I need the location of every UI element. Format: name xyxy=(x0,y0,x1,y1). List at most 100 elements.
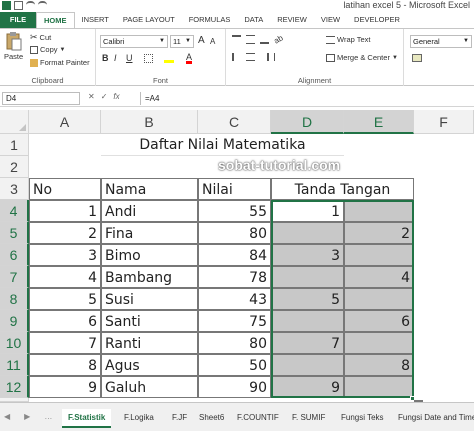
cell-nilai[interactable]: 50 xyxy=(198,354,271,376)
column-header-f[interactable]: F xyxy=(414,110,474,134)
copy-button[interactable]: Copy ▼ xyxy=(30,45,65,54)
title-cell[interactable]: Daftar Nilai Matematika xyxy=(101,134,344,156)
align-right-icon[interactable] xyxy=(260,53,269,61)
cell-d[interactable] xyxy=(271,310,344,332)
tab-file[interactable]: FILE xyxy=(0,12,36,28)
borders-button[interactable] xyxy=(144,54,153,63)
cell-no[interactable]: 7 xyxy=(29,332,101,354)
font-color-button[interactable]: A xyxy=(186,53,193,64)
sheet-tab-f-countif[interactable]: F.COUNTIF xyxy=(237,413,279,422)
grow-font-button[interactable]: A xyxy=(198,35,205,46)
wrap-text-button[interactable]: Wrap Text xyxy=(326,35,371,44)
align-middle-icon[interactable] xyxy=(246,35,255,44)
column-header-e[interactable]: E xyxy=(344,110,414,134)
cell-e[interactable] xyxy=(344,200,414,222)
sheet-tab-f-logika[interactable]: F.Logika xyxy=(124,413,154,422)
row-header-6[interactable]: 6 xyxy=(0,244,29,266)
row-header-9[interactable]: 9 xyxy=(0,310,29,332)
sheet-tab-f-sumif[interactable]: F. SUMIF xyxy=(292,413,325,422)
cut-button[interactable]: ✂ Cut xyxy=(30,32,51,43)
row-header-8[interactable]: 8 xyxy=(0,288,29,310)
header-nama[interactable]: Nama xyxy=(101,178,198,200)
sheet-tab-fungsi-teks[interactable]: Fungsi Teks xyxy=(341,413,384,422)
cell-d[interactable]: 5 xyxy=(271,288,344,310)
cell-nilai[interactable]: 75 xyxy=(198,310,271,332)
save-icon[interactable] xyxy=(14,1,23,10)
cell-nilai[interactable]: 84 xyxy=(198,244,271,266)
font-name-dropdown[interactable]: Calibri ▼ xyxy=(100,35,168,48)
cell-d[interactable] xyxy=(271,354,344,376)
tab-review[interactable]: REVIEW xyxy=(270,12,314,28)
header-tanda-tangan[interactable]: Tanda Tangan xyxy=(271,178,414,200)
cell-d[interactable]: 3 xyxy=(271,244,344,266)
cell-d[interactable]: 1 xyxy=(271,200,344,222)
cell-no[interactable]: 6 xyxy=(29,310,101,332)
row-header-11[interactable]: 11 xyxy=(0,354,29,376)
underline-button[interactable]: U xyxy=(126,53,133,63)
cancel-icon[interactable]: ✕ xyxy=(88,92,95,101)
row-header-4[interactable]: 4 xyxy=(0,200,29,222)
tab-insert[interactable]: INSERT xyxy=(75,12,116,28)
cell-no[interactable]: 2 xyxy=(29,222,101,244)
font-size-dropdown[interactable]: 11 ▼ xyxy=(170,35,194,48)
align-center-icon[interactable] xyxy=(246,53,255,61)
tab-home[interactable]: HOME xyxy=(36,12,75,28)
insert-function-icon[interactable]: fx xyxy=(113,92,119,101)
column-header-c[interactable]: C xyxy=(198,110,271,134)
column-header-a[interactable]: A xyxy=(29,110,101,134)
tab-page-layout[interactable]: PAGE LAYOUT xyxy=(116,12,182,28)
currency-button[interactable] xyxy=(412,54,422,62)
fill-color-button[interactable] xyxy=(164,54,174,63)
align-top-icon[interactable] xyxy=(232,35,241,44)
row-header-5[interactable]: 5 xyxy=(0,222,29,244)
cell-e[interactable]: 8 xyxy=(344,354,414,376)
cell-nama[interactable]: Ranti xyxy=(101,332,198,354)
cell-e[interactable]: 4 xyxy=(344,266,414,288)
sheet-tab-fungsi-date-time[interactable]: Fungsi Date and Time xyxy=(398,413,474,422)
format-painter-button[interactable]: Format Painter xyxy=(30,58,90,67)
tab-data[interactable]: DATA xyxy=(237,12,270,28)
column-header-d[interactable]: D xyxy=(271,110,344,134)
orientation-icon[interactable]: ab xyxy=(272,33,284,45)
tab-view[interactable]: VIEW xyxy=(314,12,347,28)
name-box[interactable]: D4 xyxy=(2,92,80,105)
cell-no[interactable]: 9 xyxy=(29,376,101,398)
align-bottom-icon[interactable] xyxy=(260,35,269,44)
row-header-12[interactable]: 12 xyxy=(0,376,29,398)
cell-nama[interactable]: Bimo xyxy=(101,244,198,266)
next-sheet-icon[interactable]: ▶ xyxy=(24,412,30,421)
cell-nilai[interactable]: 55 xyxy=(198,200,271,222)
tab-developer[interactable]: DEVELOPER xyxy=(347,12,407,28)
sheet-tab-f-jf[interactable]: F.JF xyxy=(172,413,187,422)
cell-nama[interactable]: Bambang xyxy=(101,266,198,288)
row-header-2[interactable]: 2 xyxy=(0,156,29,178)
tab-formulas[interactable]: FORMULAS xyxy=(182,12,238,28)
cell-e[interactable] xyxy=(344,332,414,354)
italic-button[interactable]: I xyxy=(114,53,117,63)
row-header-1[interactable]: 1 xyxy=(0,134,29,156)
shrink-font-button[interactable]: A xyxy=(210,37,215,46)
worksheet-grid[interactable]: A B C D E F 1 2 3 4 5 6 7 8 9 10 11 12 1… xyxy=(0,110,474,402)
cell-e[interactable] xyxy=(344,244,414,266)
cell-e[interactable] xyxy=(344,288,414,310)
cell-d[interactable] xyxy=(271,266,344,288)
indent-icon[interactable] xyxy=(274,53,283,61)
undo-icon[interactable] xyxy=(26,1,35,10)
cell-no[interactable]: 3 xyxy=(29,244,101,266)
cell-e[interactable] xyxy=(344,376,414,398)
cell-nilai[interactable]: 43 xyxy=(198,288,271,310)
cell-nilai[interactable]: 78 xyxy=(198,266,271,288)
cell-no[interactable]: 4 xyxy=(29,266,101,288)
cell-nilai[interactable]: 80 xyxy=(198,332,271,354)
cell-e[interactable]: 6 xyxy=(344,310,414,332)
bold-button[interactable]: B xyxy=(102,53,109,63)
cell-no[interactable]: 8 xyxy=(29,354,101,376)
column-header-b[interactable]: B xyxy=(101,110,198,134)
cell-nama[interactable]: Fina xyxy=(101,222,198,244)
cell-nilai[interactable]: 90 xyxy=(198,376,271,398)
cell-no[interactable]: 1 xyxy=(29,200,101,222)
paste-button[interactable]: Paste xyxy=(4,31,23,61)
cell-nama[interactable]: Galuh xyxy=(101,376,198,398)
number-format-dropdown[interactable]: General ▼ xyxy=(410,35,472,48)
cell-e[interactable]: 2 xyxy=(344,222,414,244)
